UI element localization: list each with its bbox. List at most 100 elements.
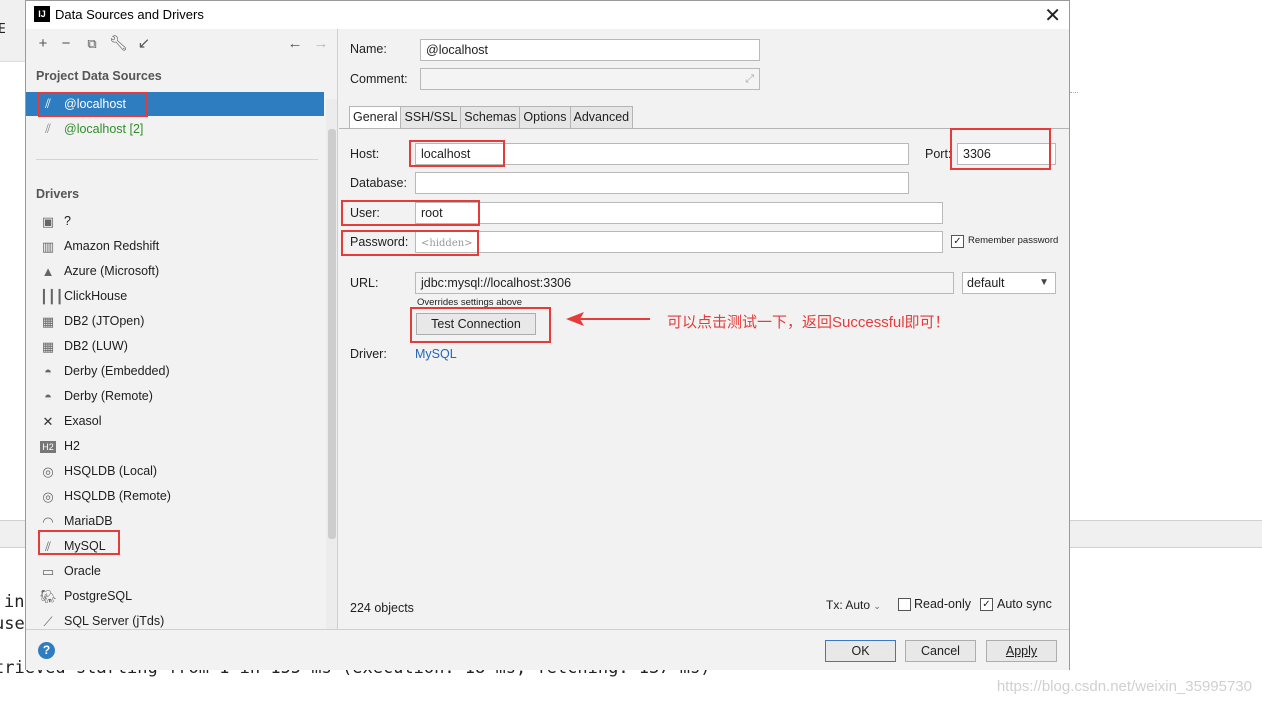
tab-schemas[interactable]: Schemas [461, 106, 521, 129]
driver-item[interactable]: ▥ Amazon Redshift [26, 234, 326, 259]
test-connection-button[interactable]: Test Connection [416, 313, 536, 335]
background-console-line-1: in [4, 592, 25, 612]
driver-label: MySQL [64, 539, 106, 553]
driver-label: HSQLDB (Remote) [64, 489, 171, 503]
driver-label: DB2 (JTOpen) [64, 314, 145, 328]
driver-item[interactable]: 🐘︎ PostgreSQL [26, 584, 326, 609]
wrench-icon[interactable]: 🔧︎ [109, 35, 128, 53]
driver-item[interactable]: ▣? [26, 209, 326, 234]
close-icon[interactable]: ✕ [1044, 3, 1061, 28]
chevron-down-icon: ⌄ [873, 601, 881, 611]
forward-arrow-icon[interactable]: → [312, 35, 330, 53]
driver-label: Azure (Microsoft) [64, 264, 160, 278]
driver-label: HSQLDB (Local) [64, 464, 158, 478]
driver-label: PostgreSQL [64, 589, 133, 603]
db2-icon: ▦ [41, 314, 55, 329]
driver-item[interactable]: ◓ Derby (Remote) [26, 384, 326, 409]
data-source-item[interactable]: ⫽ @localhost [26, 92, 324, 116]
driver-item[interactable]: ◠ MariaDB [26, 509, 326, 534]
redshift-icon: ▥ [41, 239, 55, 254]
port-field[interactable]: 3306 [957, 143, 1056, 165]
driver-label: Exasol [64, 414, 102, 428]
driver-item[interactable]: ◎ HSQLDB (Remote) [26, 484, 326, 509]
add-icon[interactable]: + [34, 35, 52, 53]
dialog-title: Data Sources and Drivers [55, 7, 204, 22]
driver-item[interactable]: ▲ Azure (Microsoft) [26, 259, 326, 284]
tab-advanced[interactable]: Advanced [570, 106, 634, 129]
derby-icon: ◓ [44, 389, 52, 404]
driver-item[interactable]: ◓ Derby (Embedded) [26, 359, 326, 384]
user-label: User: [350, 206, 380, 220]
name-field[interactable]: @localhost [420, 39, 760, 61]
driver-link[interactable]: MySQL [415, 347, 457, 361]
chevron-down-icon: ▼ [1039, 277, 1049, 288]
tab-options[interactable]: Options [520, 106, 571, 129]
oracle-icon: ▭ [41, 564, 55, 579]
back-arrow-icon[interactable]: ← [286, 35, 304, 53]
driver-label: SQL Server (jTds) [64, 614, 165, 628]
cancel-button[interactable]: Cancel [905, 640, 976, 662]
driver-item[interactable]: H2 H2 [26, 434, 326, 459]
database-field[interactable] [415, 172, 909, 194]
project-data-sources-title: Project Data Sources [36, 69, 162, 83]
comment-field[interactable]: ⤢ [420, 68, 760, 90]
driver-item[interactable]: ◎ HSQLDB (Local) [26, 459, 326, 484]
driver-item[interactable]: ⫽ MySQL [26, 534, 326, 559]
objects-count: 224 objects [350, 601, 414, 615]
url-label: URL: [350, 276, 379, 290]
user-field[interactable]: root [415, 202, 943, 224]
postgresql-icon: 🐘︎ [40, 589, 57, 604]
database-label: Database: [350, 176, 407, 190]
remember-password-label: Remember password [968, 235, 1059, 246]
data-source-label: @localhost [2] [64, 122, 144, 136]
driver-label: Driver: [350, 347, 387, 361]
driver-label: Amazon Redshift [64, 239, 160, 253]
watermark: https://blog.csdn.net/weixin_35995730 [996, 678, 1252, 695]
tab-general[interactable]: General [349, 106, 402, 129]
comment-label: Comment: [350, 72, 408, 86]
tab-ssh-ssl[interactable]: SSH/SSL [401, 106, 462, 129]
host-label: Host: [350, 147, 380, 161]
ok-button[interactable]: OK [825, 640, 896, 662]
data-source-item[interactable]: ⫽ @localhost [2] [26, 117, 324, 141]
background-ide-editor-line [1070, 92, 1078, 93]
driver-label: DB2 (LUW) [64, 339, 128, 353]
password-placeholder: <hidden> [421, 238, 473, 249]
duplicate-icon[interactable]: ⧉ [83, 35, 101, 53]
driver-item[interactable]: ▦ DB2 (LUW) [26, 334, 326, 359]
derby-icon: ◓ [44, 364, 52, 379]
driver-label: ClickHouse [64, 289, 128, 303]
url-mode-select[interactable]: default ▼ [962, 272, 1056, 294]
remember-password-checkbox[interactable]: ✓ [951, 235, 964, 248]
remove-icon[interactable]: − [57, 35, 75, 53]
expand-icon[interactable]: ⤢ [745, 69, 754, 89]
background-console-line-2: use [0, 614, 25, 634]
password-field[interactable]: <hidden> [415, 231, 943, 253]
overrides-note: Overrides settings above [417, 297, 523, 308]
read-only-checkbox[interactable] [898, 598, 911, 611]
background-corner-text: E [0, 22, 6, 37]
driver-item[interactable]: ▭ Oracle [26, 559, 326, 584]
help-icon[interactable]: ? [38, 642, 55, 659]
tx-mode-select[interactable]: Tx: Auto ⌄ [826, 598, 881, 612]
mysql-icon: ⫽ [45, 539, 51, 554]
password-label: Password: [350, 235, 409, 249]
make-global-icon[interactable]: ↙ [135, 35, 153, 53]
driver-label: Oracle [64, 564, 101, 578]
port-label: Port: [925, 147, 952, 161]
driver-item[interactable]: ✕ Exasol [26, 409, 326, 434]
scrollbar-thumb[interactable] [328, 129, 336, 539]
driver-label: MariaDB [64, 514, 113, 528]
auto-sync-label: Auto sync [997, 597, 1052, 611]
name-label: Name: [350, 42, 387, 56]
db2-icon: ▦ [41, 339, 55, 354]
apply-button[interactable]: Apply [986, 640, 1057, 662]
url-field[interactable]: jdbc:mysql://localhost:3306 [415, 272, 954, 294]
mysql-icon: ⫽ [45, 121, 51, 136]
driver-item[interactable]: ▦ DB2 (JTOpen) [26, 309, 326, 334]
drivers-title: Drivers [36, 187, 80, 201]
driver-item[interactable]: ┃┃┃ ClickHouse [26, 284, 326, 309]
driver-label: H2 [64, 439, 80, 453]
auto-sync-checkbox[interactable]: ✓ [980, 598, 993, 611]
host-field[interactable]: localhost [415, 143, 909, 165]
